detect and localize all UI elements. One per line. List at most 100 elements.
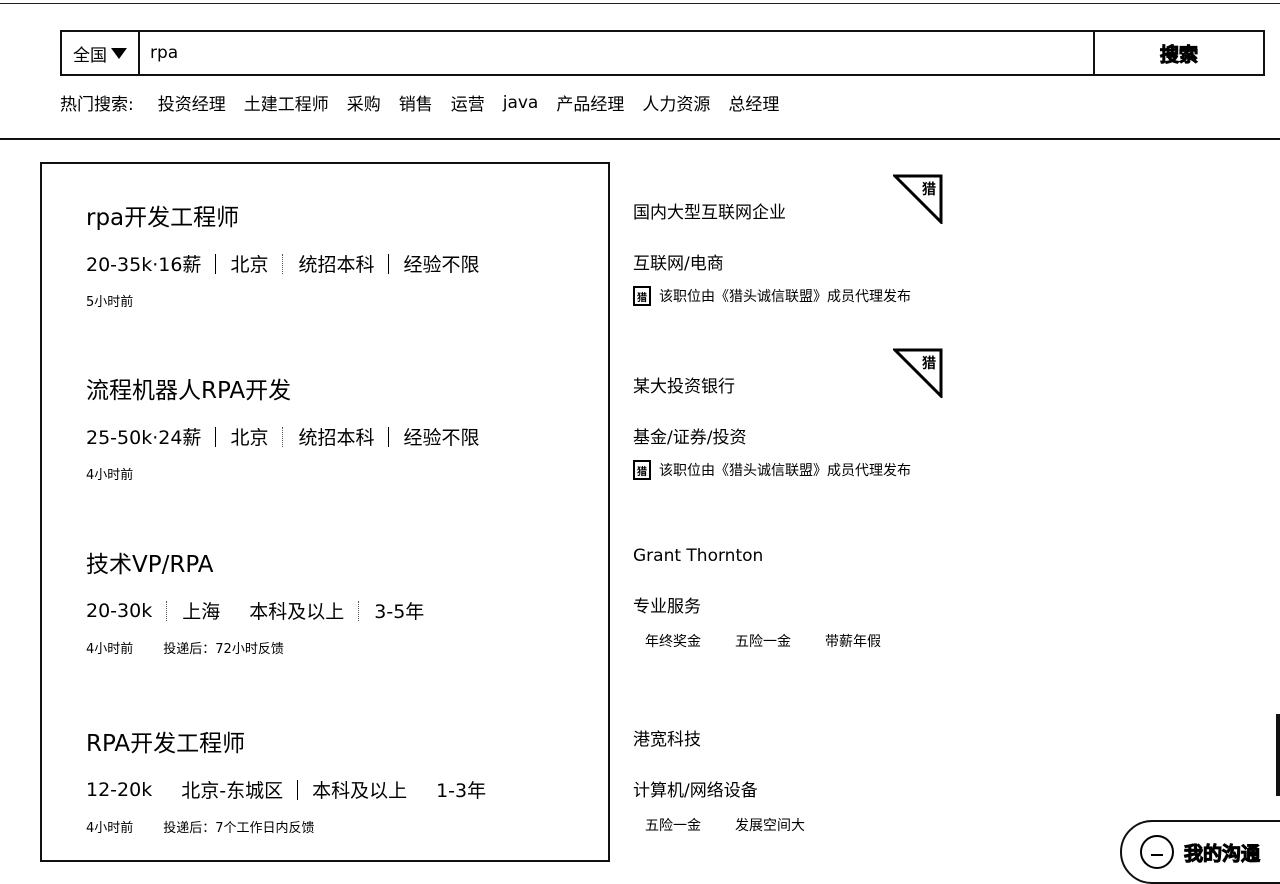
hot-search-item[interactable]: 产品经理 [556,90,624,115]
company-tag: 五险一金 [735,634,791,650]
job-experience: 1-3年 [436,780,487,802]
company-note-text: 该职位由《猎头诚信联盟》成员代理发布 [659,463,911,479]
hot-search-item[interactable]: 投资经理 [158,90,226,115]
company-note: 猎 该职位由《猎头诚信联盟》成员代理发布 [633,286,953,306]
separator [388,253,390,274]
company-note: 猎 该职位由《猎头诚信联盟》成员代理发布 [633,460,953,480]
job-title[interactable]: RPA开发工程师 [86,724,486,758]
company-card[interactable]: 港宽科技 计算机/网络设备 五险一金 发展空间大 [633,725,953,835]
company-tag: 五险一金 [645,818,701,834]
job-city: 北京-东城区 [181,780,284,802]
job-salary: 12-20k [86,778,153,801]
company-name[interactable]: Grant Thornton [633,546,953,566]
company-industry: 专业服务 [633,597,701,617]
chat-icon [1140,835,1174,869]
job-card[interactable]: 技术VP/RPA 20-30k 上海 本科及以上 3-5年 4小时前 投递后：7… [86,545,424,657]
job-feedback: 投递后：7个工作日内反馈 [163,821,315,836]
hot-search-item[interactable]: 采购 [347,90,381,115]
job-footer: 5小时前 [86,291,479,310]
headhunter-badge-icon: 猎 [893,174,943,224]
job-education: 统招本科 [298,427,375,449]
separator [358,600,360,621]
job-card[interactable]: rpa开发工程师 20-35k·16薪 北京 统招本科 经验不限 5小时前 [86,198,479,310]
search-button[interactable]: 搜索 [1093,32,1263,74]
badge-label: 猎 [922,181,936,198]
company-note-text: 该职位由《猎头诚信联盟》成员代理发布 [659,289,911,305]
company-tags: 五险一金 发展空间大 [633,815,953,835]
job-posted-time: 4小时前 [86,642,134,657]
separator [166,600,168,621]
job-education: 统招本科 [298,254,375,276]
search-bar: 全国 rpa 搜索 [60,30,1265,76]
company-card[interactable]: 国内大型互联网企业 互联网/电商 猎 该职位由《猎头诚信联盟》成员代理发布 猎 [633,174,953,306]
company-tag: 带薪年假 [825,634,881,650]
job-meta: 20-35k·16薪 北京 统招本科 经验不限 [86,250,479,277]
separator [215,426,217,447]
job-title[interactable]: rpa开发工程师 [86,198,479,232]
badge-label: 猎 [922,355,936,372]
job-experience: 3-5年 [374,601,425,623]
my-chats-label: 我的沟通 [1183,842,1261,865]
company-industry: 基金/证券/投资 [633,428,747,448]
search-input[interactable]: rpa [150,32,178,74]
company-name[interactable]: 港宽科技 [633,725,953,750]
top-divider [0,3,1280,4]
triangle-down-icon [111,47,127,59]
company-tag: 年终奖金 [645,634,701,650]
side-scroll-tab[interactable] [1276,714,1280,796]
separator [215,253,217,274]
hot-search-item[interactable]: 销售 [399,90,433,115]
job-posted-time: 4小时前 [86,468,134,483]
my-chats-button[interactable]: 我的沟通 [1120,820,1280,884]
job-meta: 25-50k·24薪 北京 统招本科 经验不限 [86,423,479,450]
company-industry: 互联网/电商 [633,254,724,274]
separator [282,253,284,274]
job-card[interactable]: RPA开发工程师 12-20k 北京-东城区 本科及以上 1-3年 4小时前 投… [86,724,486,836]
job-title[interactable]: 流程机器人RPA开发 [86,371,479,405]
job-feedback: 投递后：72小时反馈 [163,642,284,657]
header-divider [0,138,1280,140]
job-meta: 20-30k 上海 本科及以上 3-5年 [86,597,424,624]
job-city: 北京 [230,427,269,449]
job-city: 上海 [182,601,221,623]
company-tag: 发展空间大 [735,818,805,834]
job-salary: 25-50k·24薪 [86,427,202,449]
job-footer: 4小时前 [86,464,479,483]
job-title[interactable]: 技术VP/RPA [86,545,424,579]
separator [421,780,422,800]
hot-search-item[interactable]: 人力资源 [642,90,710,115]
job-city: 北京 [230,254,269,276]
headhunter-badge-icon: 猎 [893,348,943,398]
separator [234,601,235,621]
separator [388,426,390,447]
region-label: 全国 [73,45,107,66]
hot-searches-label: 热门搜索: [60,95,134,115]
separator [282,426,284,447]
job-posted-time: 5小时前 [86,295,134,310]
region-select[interactable]: 全国 [62,32,140,74]
job-meta: 12-20k 北京-东城区 本科及以上 1-3年 [86,776,486,803]
shield-icon: 猎 [633,460,651,480]
job-card[interactable]: 流程机器人RPA开发 25-50k·24薪 北京 统招本科 经验不限 4小时前 [86,371,479,483]
job-posted-time: 4小时前 [86,821,134,836]
job-education: 本科及以上 [249,601,345,623]
hot-search-item[interactable]: 总经理 [728,90,779,115]
hot-searches: 热门搜索: 投资经理 土建工程师 采购 销售 运营 java 产品经理 人力资源… [60,90,797,116]
company-card[interactable]: Grant Thornton 专业服务 年终奖金 五险一金 带薪年假 [633,546,953,651]
company-card[interactable]: 某大投资银行 基金/证券/投资 猎 该职位由《猎头诚信联盟》成员代理发布 猎 [633,348,953,480]
shield-icon: 猎 [633,286,651,306]
job-list: rpa开发工程师 20-35k·16薪 北京 统招本科 经验不限 5小时前 流程… [40,162,610,862]
company-industry: 计算机/网络设备 [633,781,758,801]
job-salary: 20-30k [86,599,153,622]
hot-search-item[interactable]: java [503,93,539,113]
job-footer: 4小时前 投递后：72小时反馈 [86,638,424,657]
job-footer: 4小时前 投递后：7个工作日内反馈 [86,817,486,836]
job-salary: 20-35k·16薪 [86,254,202,276]
job-experience: 经验不限 [403,254,480,276]
job-experience: 经验不限 [403,427,480,449]
separator [297,779,299,800]
job-education: 本科及以上 [312,780,408,802]
separator [166,780,167,800]
hot-search-item[interactable]: 运营 [451,90,485,115]
hot-search-item[interactable]: 土建工程师 [244,90,329,115]
